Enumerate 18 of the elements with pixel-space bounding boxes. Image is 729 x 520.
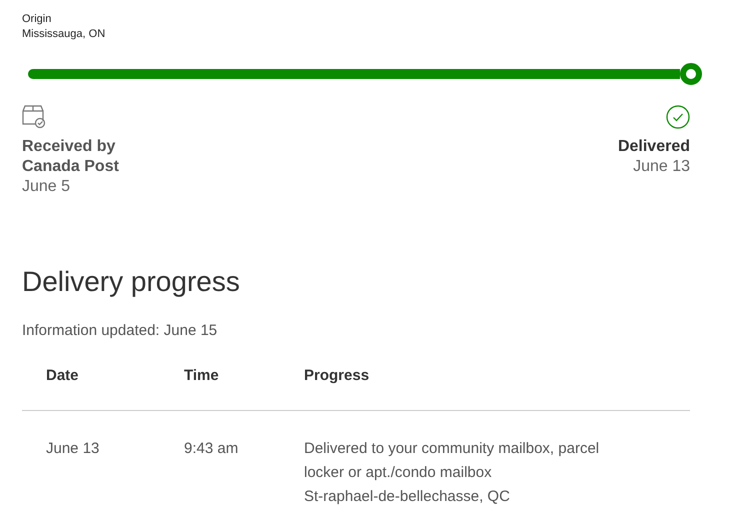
milestone-date: June 5 <box>22 177 70 197</box>
date-cell-text: June 13 <box>46 439 100 459</box>
time-cell-text: 9:43 am <box>184 439 240 459</box>
milestone-title: Received by Canada Post <box>22 137 120 177</box>
package-check-icon <box>22 105 48 129</box>
column-header: Time <box>184 367 220 384</box>
milestone-title: Delivered <box>618 137 690 157</box>
progress-marker <box>680 63 702 85</box>
progress-location: St-raphael-de-bellechasse, QC <box>304 487 511 507</box>
milestone-date: June 13 <box>633 157 690 177</box>
origin-place: Mississauga, ON <box>22 27 106 42</box>
section-heading: Delivery progress <box>22 265 241 299</box>
progress-description: Delivered to your community mailbox, parcel locker or apt./condo mailbox <box>304 439 600 483</box>
column-header: Progress <box>304 367 370 384</box>
column-header: Date <box>46 367 80 384</box>
origin-label: Origin <box>22 12 52 27</box>
updated-note: Information updated: June 15 <box>22 322 218 339</box>
check-circle-icon <box>666 105 690 129</box>
